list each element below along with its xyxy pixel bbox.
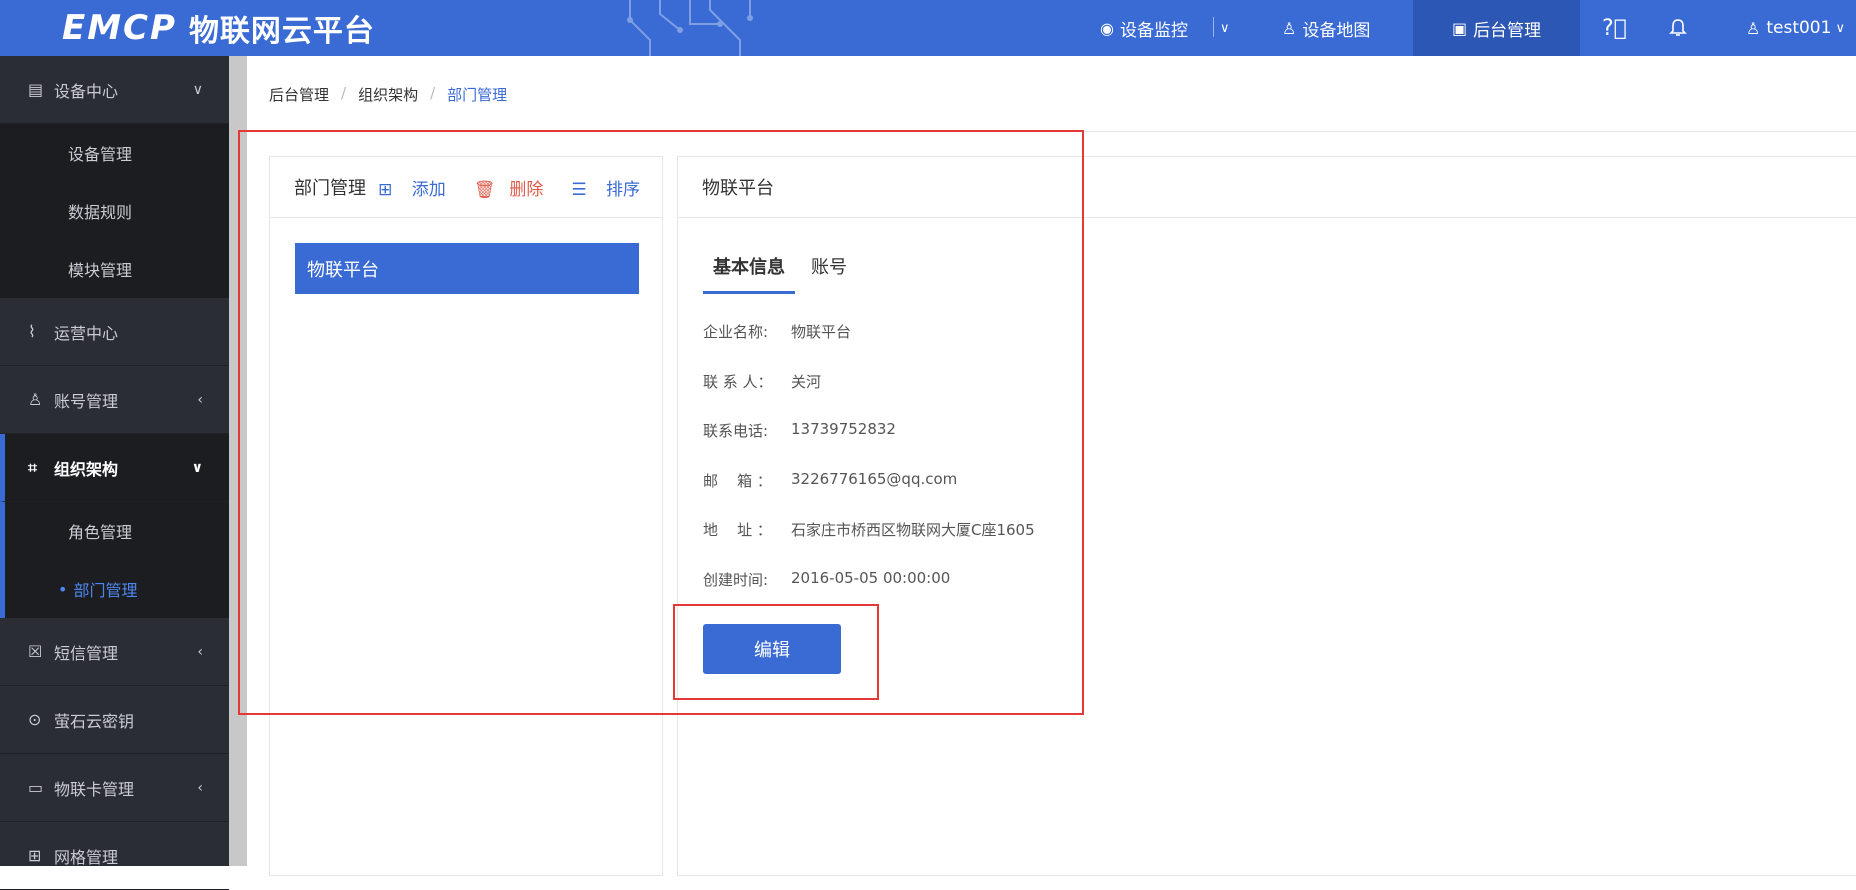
sidebar-item-label: 运营中心 (54, 323, 119, 343)
sidebar-item-device-center[interactable]: ▤ 设备中心 ∨ (0, 56, 229, 124)
sidebar-item-label: 账号管理 (54, 391, 119, 411)
key-icon: ⊙ (28, 710, 42, 729)
sidebar: ▤ 设备中心 ∨ 设备管理 数据规则 模块管理 ⌇ 运营中心 ♙ 账号管理 ‹ … (0, 56, 229, 890)
user-menu[interactable]: ♙ test001 ∨ (1746, 0, 1845, 56)
breadcrumb-separator: / (430, 84, 436, 102)
sidebar-item-label: 短信管理 (54, 643, 119, 663)
chart-icon: ⌇ (28, 322, 36, 341)
chevron-left-icon: ‹ (197, 391, 203, 408)
device-icon: ▤ (28, 80, 44, 99)
breadcrumb-item[interactable]: 后台管理 (269, 84, 329, 105)
logo-mark: EMCP (62, 8, 177, 48)
user-icon: ♙ (28, 390, 43, 409)
annotation-box-edit (673, 604, 879, 700)
card-icon: ▭ (28, 778, 44, 797)
nav-dropdown[interactable]: ∨ (1220, 0, 1230, 56)
sidebar-item-iot-card[interactable]: ▭ 物联卡管理 ‹ (0, 754, 229, 822)
sidebar-item-label: 物联卡管理 (54, 779, 135, 799)
chevron-down-icon: ∨ (1835, 20, 1845, 36)
sms-icon: ☒ (28, 642, 43, 661)
monitor-icon: ◉ (1100, 18, 1114, 38)
sidebar-item-role-manage[interactable]: 角色管理 (5, 502, 229, 560)
sidebar-item-dept-manage[interactable]: • 部门管理 (5, 560, 229, 618)
sidebar-item-ezviz-key[interactable]: ⊙ 萤石云密钥 (0, 686, 229, 754)
top-bar: EMCP 物联网云平台 ◉ 设备监控 ∨ ♙ 设备地图 ▣ 后台管理 ?⃝ ♙ … (0, 0, 1856, 56)
sidebar-item-module-manage[interactable]: 模块管理 (0, 240, 229, 298)
breadcrumb-item[interactable]: 组织架构 (358, 84, 418, 105)
admin-icon: ▣ (1451, 18, 1468, 38)
user-map-icon: ♙ (1282, 18, 1297, 38)
breadcrumb: 后台管理 / 组织架构 / 部门管理 (269, 84, 507, 105)
chevron-down-icon: ∨ (1220, 20, 1230, 36)
org-icon: ⌗ (28, 457, 38, 477)
sidebar-item-grid-manage[interactable]: ⊞ 网格管理 (0, 822, 229, 890)
sidebar-submenu: 角色管理 • 部门管理 (0, 502, 229, 618)
logo-text: 物联网云平台 (188, 14, 375, 49)
nav-label: 设备监控 (1119, 20, 1188, 41)
sidebar-item-data-rules[interactable]: 数据规则 (0, 182, 229, 240)
breadcrumb-separator: / (341, 84, 347, 102)
bell-icon (1669, 19, 1687, 36)
chevron-down-icon: ∨ (191, 459, 203, 476)
circuit-decoration (627, 0, 753, 56)
nav-separator (1213, 17, 1214, 37)
annotation-box (238, 130, 1084, 715)
nav-admin[interactable]: ▣ 后台管理 (1413, 0, 1580, 56)
sidebar-item-device-manage[interactable]: 设备管理 (0, 124, 229, 182)
breadcrumb-current: 部门管理 (447, 86, 508, 104)
nav-label: 后台管理 (1473, 20, 1542, 41)
chevron-left-icon: ‹ (197, 779, 203, 796)
user-name: test001 (1766, 18, 1832, 38)
sidebar-submenu: 设备管理 数据规则 模块管理 (0, 124, 229, 298)
sidebar-item-label: 网格管理 (54, 847, 119, 867)
help-icon: ?⃝ (1602, 15, 1627, 41)
sidebar-item-label: 设备中心 (54, 81, 119, 101)
nav-device-monitor[interactable]: ◉ 设备监控 (1100, 0, 1188, 56)
chevron-down-icon: ∨ (192, 81, 203, 98)
nav-device-map[interactable]: ♙ 设备地图 (1282, 0, 1370, 56)
nav-label: 设备地图 (1302, 20, 1371, 41)
help-button[interactable]: ?⃝ (1602, 0, 1627, 56)
notification-button[interactable] (1668, 0, 1688, 56)
user-icon: ♙ (1746, 18, 1761, 38)
sidebar-item-operation-center[interactable]: ⌇ 运营中心 (0, 298, 229, 366)
active-dot: • (58, 579, 68, 599)
sidebar-item-label: 萤石云密钥 (54, 711, 135, 731)
sidebar-item-sms-manage[interactable]: ☒ 短信管理 ‹ (0, 618, 229, 686)
sidebar-item-org-structure[interactable]: ⌗ 组织架构 ∨ (0, 434, 229, 502)
logo[interactable]: EMCP 物联网云平台 (62, 6, 375, 50)
sidebar-item-account-manage[interactable]: ♙ 账号管理 ‹ (0, 366, 229, 434)
chevron-left-icon: ‹ (197, 643, 203, 660)
sidebar-item-label: 部门管理 (73, 581, 138, 600)
sidebar-item-label: 组织架构 (54, 459, 119, 479)
grid-icon: ⊞ (28, 846, 42, 865)
